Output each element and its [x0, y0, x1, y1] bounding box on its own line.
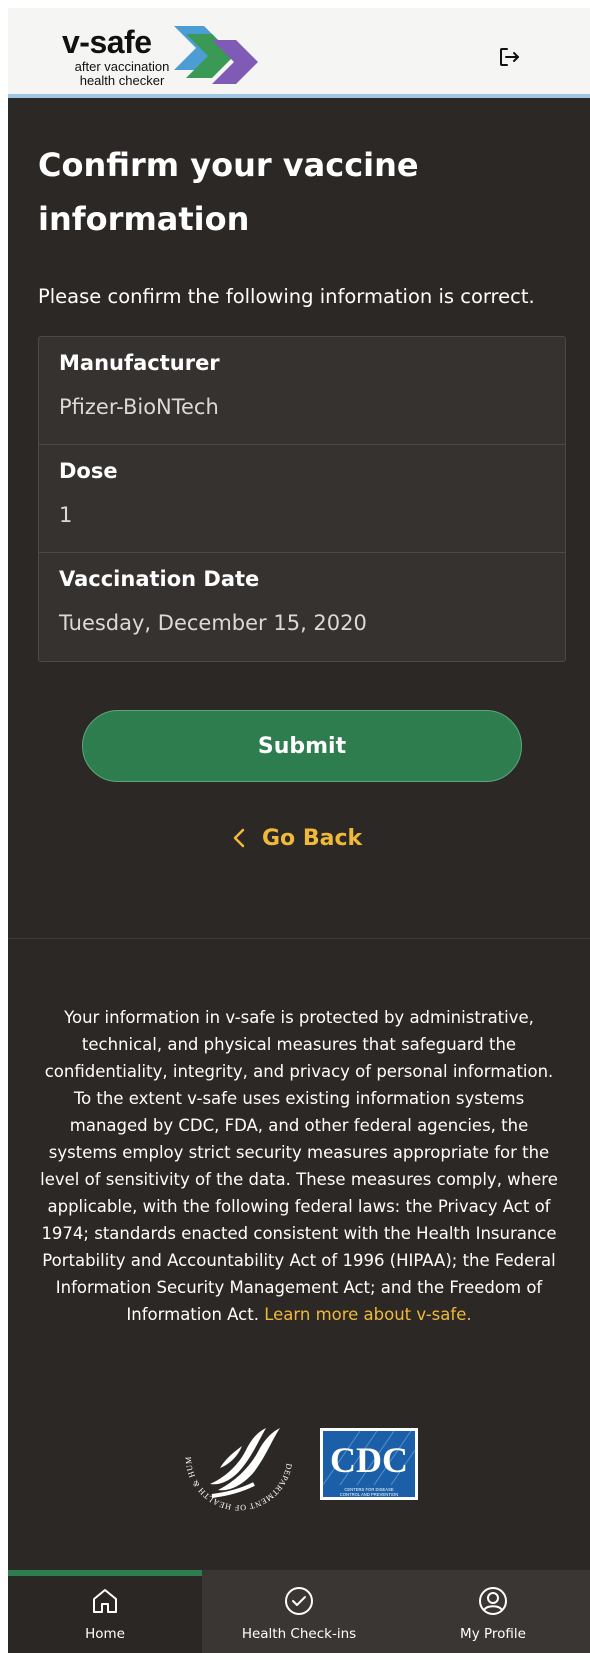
go-back-label: Go Back [262, 825, 363, 851]
chevron-left-icon [233, 828, 245, 848]
manufacturer-value: Pfizer-BioNTech [59, 395, 219, 419]
manufacturer-row: Manufacturer Pfizer-BioNTech [39, 337, 565, 445]
dose-label: Dose [59, 459, 118, 483]
hhs-seal-icon: DEPARTMENT OF HEALTH & HUMAN SERVICES · … [180, 1398, 293, 1512]
app-frame: v-safe SM after vaccination health check… [8, 8, 590, 1653]
profile-icon [479, 1587, 507, 1615]
logo-wordmark: v-safe [62, 24, 152, 60]
check-circle-icon [285, 1587, 313, 1615]
nav-home-label: Home [85, 1626, 125, 1642]
nav-health-checkins[interactable]: Health Check-ins [202, 1570, 396, 1653]
home-icon [93, 1589, 117, 1613]
privacy-text: Your information in v-safe is protected … [40, 1008, 558, 1324]
app-header: v-safe SM after vaccination health check… [8, 8, 590, 98]
agency-logos: DEPARTMENT OF HEALTH & HUMAN SERVICES · … [180, 1398, 430, 1516]
nav-active-indicator [8, 1570, 202, 1576]
cdc-logo: CDC CENTERS FOR DISEASE CONTROL AND PREV… [320, 1428, 418, 1500]
vaccination-date-label: Vaccination Date [59, 567, 260, 591]
vaccination-date-value: Tuesday, December 15, 2020 [59, 611, 367, 635]
privacy-statement: Your information in v-safe is protected … [36, 1004, 562, 1328]
logo-tagline-line1: after vaccination [74, 59, 170, 74]
vaccine-info-card: Manufacturer Pfizer-BioNTech Dose 1 Vacc… [38, 336, 566, 662]
logo-chevrons-icon [174, 26, 258, 84]
cdc-wordmark: CDC [330, 1440, 408, 1480]
nav-my-profile-label: My Profile [460, 1626, 526, 1642]
logout-icon [500, 48, 519, 66]
cdc-subtitle-line2: CONTROL AND PREVENTION [340, 1492, 398, 1497]
page-title: Confirm your vaccine information [38, 146, 419, 238]
vaccination-date-row: Vaccination Date Tuesday, December 15, 2… [39, 553, 565, 663]
nav-home[interactable]: Home [8, 1570, 202, 1653]
nav-health-checkins-label: Health Check-ins [241, 1626, 357, 1642]
submit-button[interactable]: Submit [82, 710, 522, 782]
nav-my-profile[interactable]: My Profile [396, 1570, 590, 1653]
dose-row: Dose 1 [39, 445, 565, 553]
logo-tagline-line2: health checker [79, 73, 165, 88]
logo-tagline: after vaccination health checker [66, 60, 178, 88]
dose-value: 1 [59, 503, 73, 527]
intro-text: Please confirm the following information… [38, 285, 535, 308]
section-divider [8, 938, 590, 939]
vsafe-logo: v-safe SM after vaccination health check… [62, 16, 272, 92]
go-back-link[interactable]: Go Back [232, 818, 362, 858]
learn-more-link[interactable]: Learn more about v-safe. [264, 1305, 471, 1324]
manufacturer-label: Manufacturer [59, 351, 220, 375]
bottom-nav: Home Health Check-ins My Profile [8, 1570, 590, 1653]
logout-button[interactable] [494, 42, 524, 72]
